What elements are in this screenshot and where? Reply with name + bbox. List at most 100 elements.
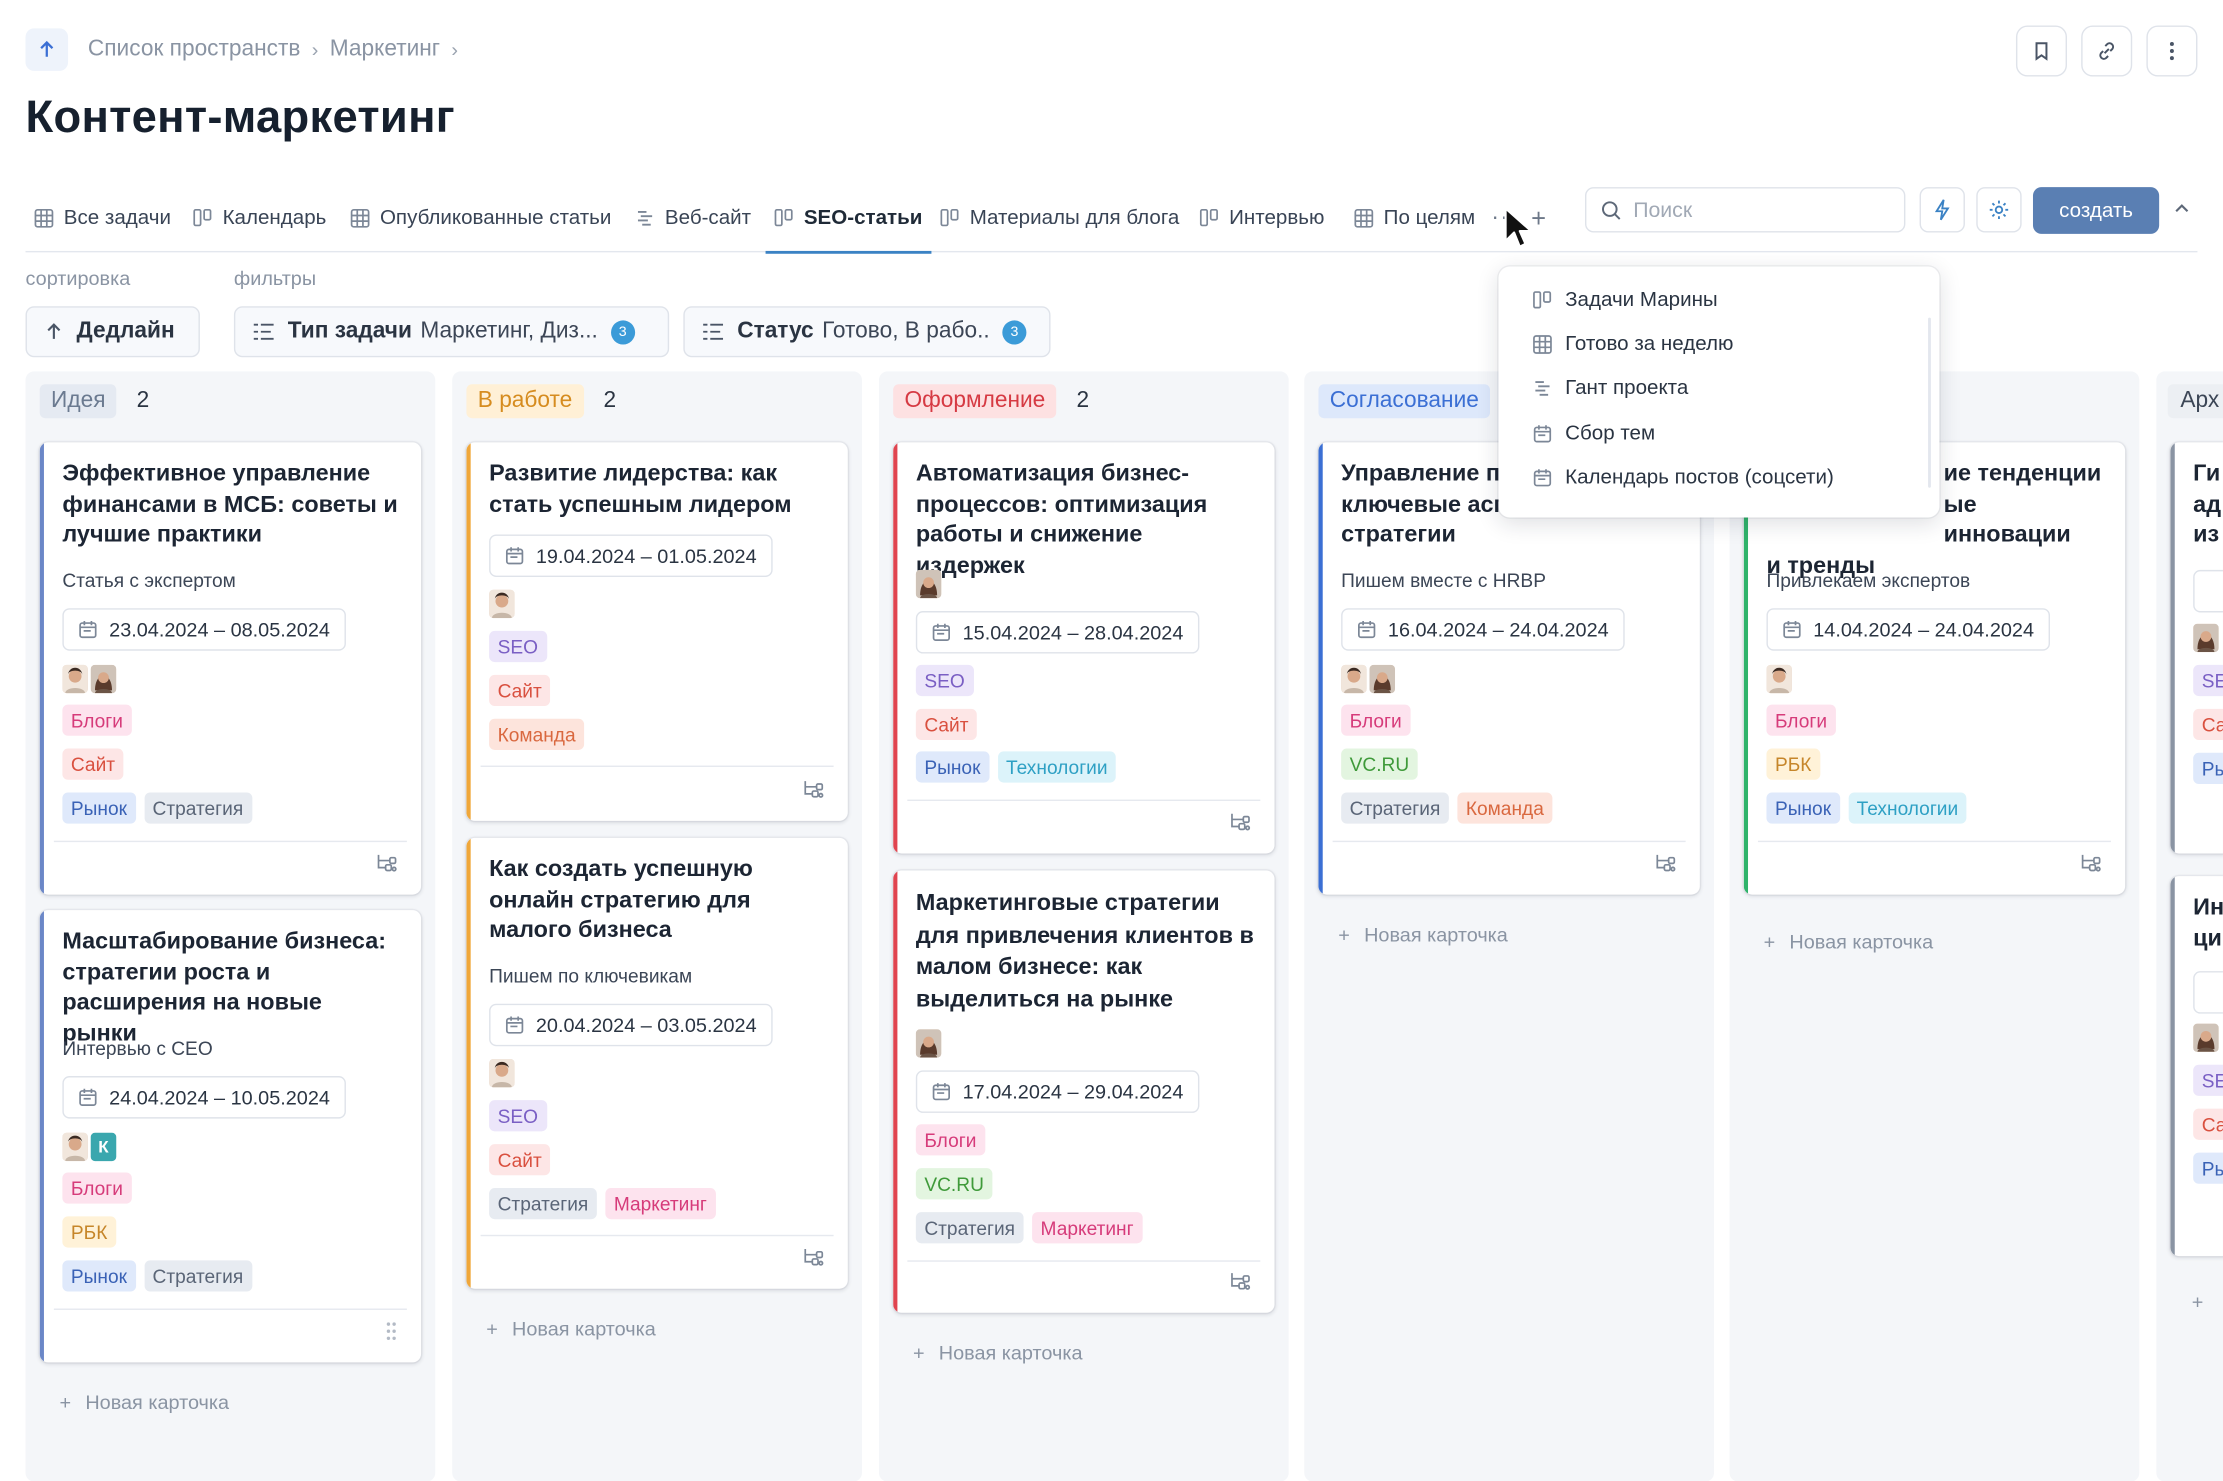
tag[interactable]: Са <box>2193 708 2223 741</box>
task-card[interactable]: Развитие лидерства: как стать успешным л… <box>466 442 848 821</box>
new-card-button[interactable]: + Новая карточка <box>1338 923 1508 946</box>
breadcrumb-marketing-link[interactable]: Маркетинг <box>330 37 440 63</box>
tab-all-tasks[interactable]: Все задачи <box>26 184 180 252</box>
tag[interactable]: Маркетинг <box>1032 1212 1143 1244</box>
tag[interactable]: Блоги <box>62 1172 132 1204</box>
tag[interactable]: Команда <box>489 718 585 750</box>
avatar[interactable] <box>2193 1023 2219 1052</box>
dropdown-item-social-calendar[interactable]: Календарь постов (соцсети) <box>1533 466 1834 489</box>
avatar[interactable] <box>915 569 942 599</box>
add-tab-button[interactable]: + <box>1531 184 1546 252</box>
tag[interactable]: SEO <box>489 630 547 663</box>
tab-website[interactable]: Веб-сайт <box>627 184 760 252</box>
avatar-initial[interactable]: К <box>90 1132 117 1162</box>
card-date-range[interactable]: 20.04.2024 – 03.05.2024 <box>489 1003 773 1047</box>
tab-calendar[interactable]: Календарь <box>184 184 335 252</box>
avatar[interactable] <box>90 664 117 694</box>
card-date-range[interactable]: 17.04.2024 – 29.04.2024 <box>915 1070 1199 1113</box>
filter-chip-task-type[interactable]: Тип задачи Маркетинг, Диз... 3 <box>233 306 670 358</box>
tag[interactable]: SEO <box>489 1100 547 1132</box>
task-card[interactable]: Автоматизация бизнес-процессов: оптимиза… <box>893 442 1275 854</box>
task-card[interactable]: Эффективное управление финансами в МСБ: … <box>39 442 422 895</box>
dropdown-item-topic-collection[interactable]: Сбор тем <box>1533 422 1655 445</box>
tag[interactable]: Ры <box>2193 752 2223 784</box>
new-card-button[interactable]: + Новая карточка <box>60 1391 230 1414</box>
tag[interactable]: Стратегия <box>144 1260 252 1292</box>
copy-link-button[interactable] <box>2081 25 2133 77</box>
filter-chip-status[interactable]: Статус Готово, В рабо.. 3 <box>683 306 1051 358</box>
search-field[interactable]: Поиск <box>1584 187 1906 233</box>
subtasks-button[interactable] <box>802 780 825 800</box>
dropdown-item-done-this-week[interactable]: Готово за неделю <box>1533 333 1733 356</box>
tag[interactable]: Рынок <box>915 751 989 783</box>
sort-chip[interactable]: Дедлайн <box>25 306 200 358</box>
tag[interactable]: РБК <box>62 1216 116 1248</box>
breadcrumb-spaces-link[interactable]: Список пространств <box>88 37 301 63</box>
card-date-range[interactable]: 16.04.2024 – 24.04.2024 <box>1341 608 1625 651</box>
tab-by-goals[interactable]: По целям <box>1345 184 1483 252</box>
card-date-range[interactable] <box>2193 569 2223 613</box>
tag[interactable]: РБК <box>1766 748 1820 780</box>
avatar[interactable] <box>1341 664 1367 694</box>
more-menu-button[interactable] <box>2146 25 2198 77</box>
subtasks-button[interactable] <box>376 853 399 873</box>
tag[interactable]: Рынок <box>62 792 136 824</box>
card-date-range[interactable]: 19.04.2024 – 01.05.2024 <box>489 534 773 578</box>
tag[interactable]: Блоги <box>1341 704 1411 736</box>
new-card-button[interactable]: + <box>2192 1290 2204 1313</box>
card-date-range[interactable]: 14.04.2024 – 24.04.2024 <box>1766 608 2050 651</box>
tag[interactable]: Маркетинг <box>605 1188 716 1220</box>
tag[interactable]: Сайт <box>489 1144 551 1176</box>
card-date-range[interactable]: 23.04.2024 – 08.05.2024 <box>62 608 346 651</box>
tab-blog-materials[interactable]: Материалы для блога <box>931 184 1187 252</box>
task-card[interactable]: Масштабирование бизнеса: стратегии роста… <box>39 910 422 1363</box>
avatar[interactable] <box>1369 664 1396 694</box>
avatar[interactable] <box>915 1029 942 1058</box>
tag[interactable]: Сайт <box>489 674 551 707</box>
tag[interactable]: Технологии <box>997 751 1117 783</box>
tag[interactable]: Са <box>2193 1108 2223 1140</box>
bookmark-button[interactable] <box>2015 25 2068 77</box>
tag[interactable]: Рынок <box>1766 792 1840 824</box>
tag[interactable]: Блоги <box>915 1124 985 1156</box>
new-card-button[interactable]: + Новая карточка <box>1764 930 1934 953</box>
subtasks-button[interactable] <box>1229 1272 1252 1292</box>
avatar[interactable] <box>62 664 88 694</box>
card-date-range[interactable]: 15.04.2024 – 28.04.2024 <box>915 611 1199 654</box>
subtasks-button[interactable] <box>2080 853 2103 873</box>
avatar[interactable] <box>489 589 515 619</box>
new-card-button[interactable]: + Новая карточка <box>486 1317 656 1340</box>
subtasks-button[interactable] <box>1229 812 1252 832</box>
task-card[interactable]: Ин ци SE Са Ры <box>2170 876 2223 1257</box>
tag[interactable]: SE <box>2193 1064 2223 1096</box>
avatar[interactable] <box>489 1059 515 1088</box>
tag[interactable]: VC.RU <box>1341 748 1418 780</box>
tag[interactable]: Команда <box>1457 792 1553 824</box>
tag[interactable]: Стратегия <box>1341 792 1449 824</box>
collapse-header-button[interactable] <box>2172 198 2192 218</box>
tab-published-articles[interactable]: Опубликованные статьи <box>342 184 620 252</box>
automation-button[interactable] <box>1919 187 1965 233</box>
tab-seo-articles[interactable]: SEO-статьи <box>765 184 931 254</box>
avatar[interactable] <box>1766 664 1792 694</box>
tag[interactable]: Стратегия <box>915 1212 1024 1244</box>
tab-interview[interactable]: Интервью <box>1191 184 1333 252</box>
tag[interactable]: Рынок <box>62 1260 136 1292</box>
card-date-range[interactable]: 24.04.2024 – 10.05.2024 <box>62 1076 346 1119</box>
dropdown-item-project-gantt[interactable]: Гант проекта <box>1533 377 1688 400</box>
card-date-range[interactable] <box>2193 971 2223 1014</box>
tag[interactable]: Сайт <box>62 748 124 780</box>
tag[interactable]: Ры <box>2193 1152 2223 1184</box>
tag[interactable]: Блоги <box>1766 704 1836 736</box>
tag[interactable]: Сайт <box>915 708 977 741</box>
task-card[interactable]: Ги ад из SE Са Ры <box>2170 442 2223 854</box>
tag[interactable]: Блоги <box>62 704 132 736</box>
subtasks-button[interactable] <box>802 1248 825 1268</box>
avatar[interactable] <box>62 1132 88 1162</box>
dropdown-scrollbar[interactable] <box>1928 317 1931 488</box>
avatar[interactable] <box>2193 623 2219 653</box>
tag[interactable]: SEO <box>915 664 974 697</box>
navigate-up-button[interactable] <box>25 28 69 71</box>
task-card[interactable]: Как создать успешную онлайн стратегию дл… <box>466 837 848 1289</box>
settings-button[interactable] <box>1976 187 2022 233</box>
